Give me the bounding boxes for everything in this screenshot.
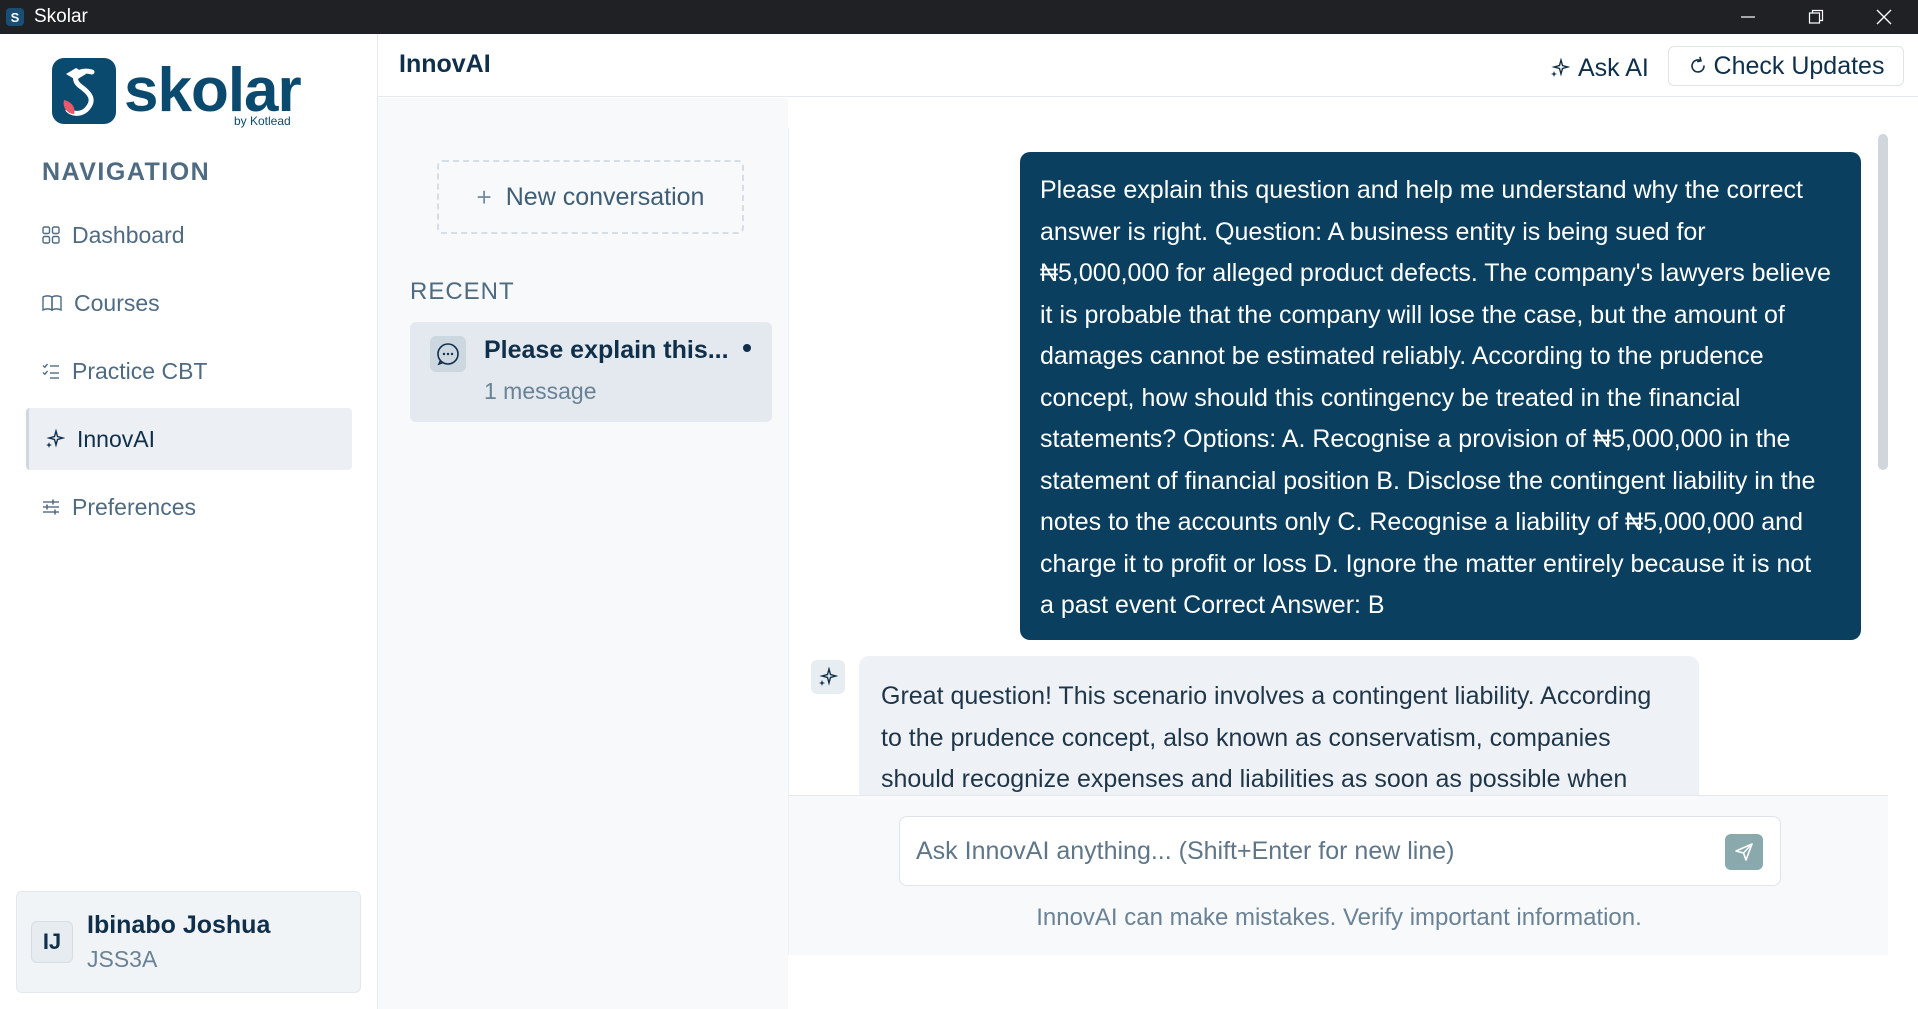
message-line: should recognize expenses and liabilitie…: [881, 765, 1628, 793]
send-button[interactable]: [1725, 834, 1763, 870]
sidebar-item-dashboard[interactable]: Dashboard: [26, 204, 352, 266]
new-conversation-button[interactable]: + New conversation: [437, 160, 744, 234]
user-class: JSS3A: [87, 946, 158, 972]
logo-text: skolar by Kotlead: [124, 56, 302, 129]
user-profile-card[interactable]: IJ Ibinabo Joshua JSS3A: [16, 891, 361, 993]
logo-word: skolar: [124, 56, 302, 125]
restore-button[interactable]: [1782, 0, 1850, 34]
message-line: Please explain this question and help me…: [1040, 176, 1803, 204]
assistant-message: Great question! This scenario involves a…: [859, 656, 1699, 795]
message-line: to the prudence concept, also known as c…: [881, 723, 1611, 752]
nav-heading: NAVIGATION: [42, 158, 211, 186]
chat-input[interactable]: [899, 816, 1781, 886]
user-info: Ibinabo Joshua JSS3A: [87, 911, 270, 973]
conversation-panel: + New conversation RECENT Please explain…: [378, 98, 788, 1009]
ask-ai-button[interactable]: Ask AI: [1540, 48, 1659, 88]
sparkle-icon: [1551, 58, 1570, 77]
unread-dot: [743, 344, 751, 352]
sliders-icon: [43, 499, 59, 515]
minimize-icon: [1741, 16, 1755, 18]
sidebar: skolar by Kotlead NAVIGATION Dashboard C…: [0, 34, 378, 1009]
restore-icon: [1808, 9, 1824, 24]
message-line: notes to the accounts only C. Recognise …: [1040, 508, 1803, 536]
assistant-avatar-icon: [811, 660, 845, 694]
window-titlebar: S Skolar: [0, 0, 1918, 34]
sidebar-item-label: Courses: [74, 289, 160, 316]
send-icon: [1735, 843, 1753, 861]
ask-ai-label: Ask AI: [1578, 53, 1649, 82]
chat-bubble-icon: [430, 336, 466, 372]
message-line: statements? Options: A. Recognise a prov…: [1040, 425, 1791, 453]
refresh-icon: [1690, 56, 1705, 73]
minimize-button[interactable]: [1714, 0, 1782, 34]
sidebar-item-label: InnovAI: [77, 425, 155, 452]
skolar-logo-icon: S: [6, 8, 24, 26]
message-line: it is probable that the company will los…: [1040, 300, 1785, 329]
disclaimer-text: InnovAI can make mistakes. Verify import…: [1036, 904, 1642, 931]
chat-input-area: InnovAI can make mistakes. Verify import…: [788, 795, 1888, 955]
chat-messages[interactable]: Please explain this question and help me…: [788, 128, 1888, 795]
check-updates-button[interactable]: Check Updates: [1668, 46, 1904, 86]
recent-heading: RECENT: [410, 278, 515, 305]
close-button[interactable]: [1850, 0, 1918, 34]
window-controls: [1714, 0, 1918, 34]
sidebar-item-preferences[interactable]: Preferences: [26, 476, 352, 538]
sidebar-item-label: Preferences: [72, 493, 197, 520]
user-message: Please explain this question and help me…: [1020, 152, 1861, 640]
window-title: Skolar: [34, 6, 88, 27]
grid-icon: [42, 226, 60, 244]
book-icon: [42, 295, 62, 312]
sidebar-item-innovai[interactable]: InnovAI: [26, 408, 352, 470]
message-line: answer is right. Question: A business en…: [1040, 217, 1706, 246]
avatar: IJ: [31, 921, 73, 963]
sidebar-item-practice-cbt[interactable]: Practice CBT: [26, 340, 352, 402]
close-icon: [1876, 9, 1892, 25]
logo-byline: by Kotlead: [233, 114, 291, 128]
sparkle-icon: [46, 429, 65, 448]
check-updates-label: Check Updates: [1713, 51, 1885, 80]
plus-icon: +: [476, 181, 492, 212]
new-conversation-label: New conversation: [505, 182, 705, 211]
message-line: concept, how should this contingency be …: [1040, 383, 1741, 412]
sidebar-item-courses[interactable]: Courses: [26, 272, 352, 334]
skolar-logo[interactable]: skolar by Kotlead: [52, 56, 302, 129]
page-title: InnovAI: [399, 50, 491, 78]
conversation-item[interactable]: Please explain this... 1 message: [410, 322, 772, 422]
message-line: statement of financial position B. Discl…: [1040, 466, 1816, 495]
message-line: charge it to profit or loss D. Ignore th…: [1040, 549, 1812, 578]
message-line: a past event Correct Answer: B: [1040, 591, 1385, 619]
skolar-logo-icon: [52, 58, 116, 124]
user-name: Ibinabo Joshua: [87, 911, 271, 939]
conversation-message-count: 1 message: [484, 378, 597, 404]
nav-list: Dashboard Courses Practice CBT InnovAI P…: [26, 204, 352, 544]
page-header: InnovAI Ask AI Check Updates: [378, 34, 1918, 97]
checklist-icon: [42, 363, 59, 379]
conversation-title: Please explain this...: [484, 336, 729, 364]
chat-scrollbar[interactable]: [1878, 134, 1888, 470]
message-line: Great question! This scenario involves a…: [881, 682, 1652, 710]
message-line: damages cannot be estimated reliably. Ac…: [1040, 342, 1764, 370]
sidebar-item-label: Dashboard: [72, 221, 185, 248]
message-line: ₦5,000,000 for alleged product defects. …: [1040, 259, 1831, 287]
sidebar-item-label: Practice CBT: [72, 357, 208, 384]
